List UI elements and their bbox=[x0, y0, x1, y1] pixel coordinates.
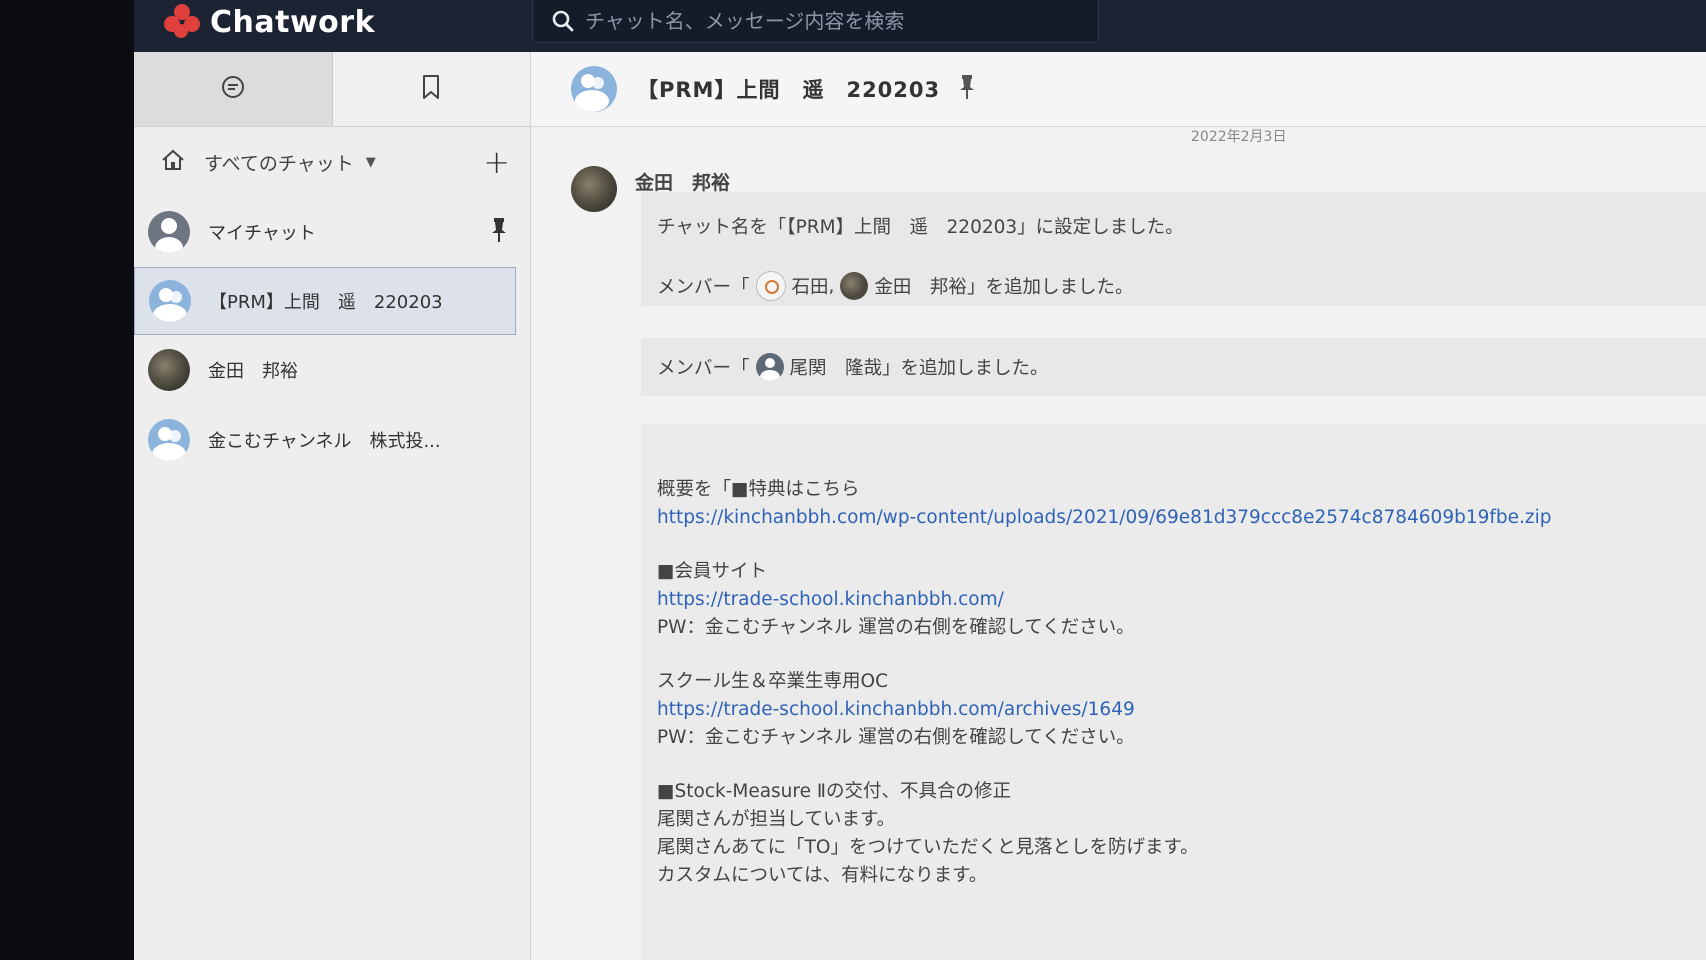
add-chat-button[interactable]: + bbox=[483, 146, 510, 178]
tab-bookmarks[interactable] bbox=[332, 52, 530, 126]
search-input[interactable] bbox=[583, 8, 1098, 34]
chat-filter-dropdown[interactable]: すべてのチャット bbox=[204, 149, 354, 176]
sidebar-tabs bbox=[134, 52, 530, 127]
room-name: 【PRM】上間 遥 220203 bbox=[209, 292, 443, 313]
chat-main: 【PRM】上間 遥 220203 2022年2月3日 金田 邦裕 チャット名を「… bbox=[531, 52, 1706, 960]
avatar bbox=[148, 349, 190, 391]
top-bar: Chatwork bbox=[134, 0, 1706, 52]
sidebar-item-kaneda[interactable]: 金田 邦裕 bbox=[134, 335, 530, 405]
member-avatar-ishida bbox=[755, 271, 786, 301]
chatwork-logo-icon bbox=[162, 4, 202, 40]
message-date: 2022年2月3日 bbox=[1191, 129, 1287, 145]
room-header: 【PRM】上間 遥 220203 bbox=[531, 52, 1706, 127]
member-name: 石田 bbox=[791, 277, 829, 298]
system-message-rename: チャット名を「【PRM】上間 遥 220203」に設定しました。 メンバー「 石… bbox=[641, 192, 1706, 306]
tab-chats[interactable] bbox=[134, 52, 333, 126]
member-avatar-ozeki bbox=[755, 353, 784, 381]
search-box[interactable] bbox=[532, 0, 1099, 43]
sidebar-item-my-chat[interactable]: マイチャット bbox=[134, 197, 530, 267]
app-name: Chatwork bbox=[210, 4, 376, 40]
group-avatar bbox=[149, 280, 191, 322]
room-name: マイチャット bbox=[208, 223, 316, 244]
member-name: 金田 邦裕 bbox=[874, 277, 967, 298]
bookmark-icon bbox=[420, 74, 442, 104]
rename-notice: チャット名を「【PRM】上間 遥 220203」に設定しました。 bbox=[657, 217, 1184, 238]
summary-text: 概要を「■特典はこちら https://kinchanbbh.com/wp-co… bbox=[657, 479, 1552, 886]
member-name: 尾関 隆哉 bbox=[789, 358, 883, 379]
pin-icon[interactable] bbox=[490, 217, 508, 248]
system-message-member-add: メンバー「 尾関 隆哉 」を追加しました。 bbox=[641, 338, 1706, 396]
room-title: 【PRM】上間 遥 220203 bbox=[637, 78, 941, 102]
group-avatar bbox=[148, 419, 190, 461]
link-bonus-zip[interactable]: https://kinchanbbh.com/wp-content/upload… bbox=[657, 507, 1552, 528]
member-avatar-kaneda bbox=[840, 272, 869, 300]
sidebar-item-prm-room[interactable]: 【PRM】上間 遥 220203 bbox=[134, 267, 516, 335]
app-logo[interactable]: Chatwork bbox=[162, 2, 375, 42]
room-name: 金田 邦裕 bbox=[208, 361, 298, 382]
link-archives[interactable]: https://trade-school.kinchanbbh.com/arch… bbox=[657, 699, 1135, 720]
pin-icon[interactable] bbox=[958, 74, 976, 104]
sender-name[interactable]: 金田 邦裕 bbox=[635, 168, 730, 195]
chat-filter-row: すべてのチャット ▼ + bbox=[134, 127, 530, 197]
sidebar: すべてのチャット ▼ + マイチャット 【PRM】上間 遥 220203 金田 … bbox=[134, 52, 531, 960]
home-icon bbox=[160, 148, 186, 176]
avatar bbox=[148, 211, 190, 253]
link-member-site[interactable]: https://trade-school.kinchanbbh.com/ bbox=[657, 589, 1004, 610]
room-avatar[interactable] bbox=[571, 66, 617, 112]
chevron-down-icon[interactable]: ▼ bbox=[366, 155, 376, 170]
sidebar-item-kinkomu-channel[interactable]: 金こむチャンネル 株式投... bbox=[134, 405, 530, 475]
room-name: 金こむチャンネル 株式投... bbox=[208, 431, 441, 452]
chat-bubble-icon bbox=[220, 74, 246, 104]
search-icon bbox=[543, 9, 583, 33]
sender-avatar[interactable] bbox=[571, 166, 617, 212]
